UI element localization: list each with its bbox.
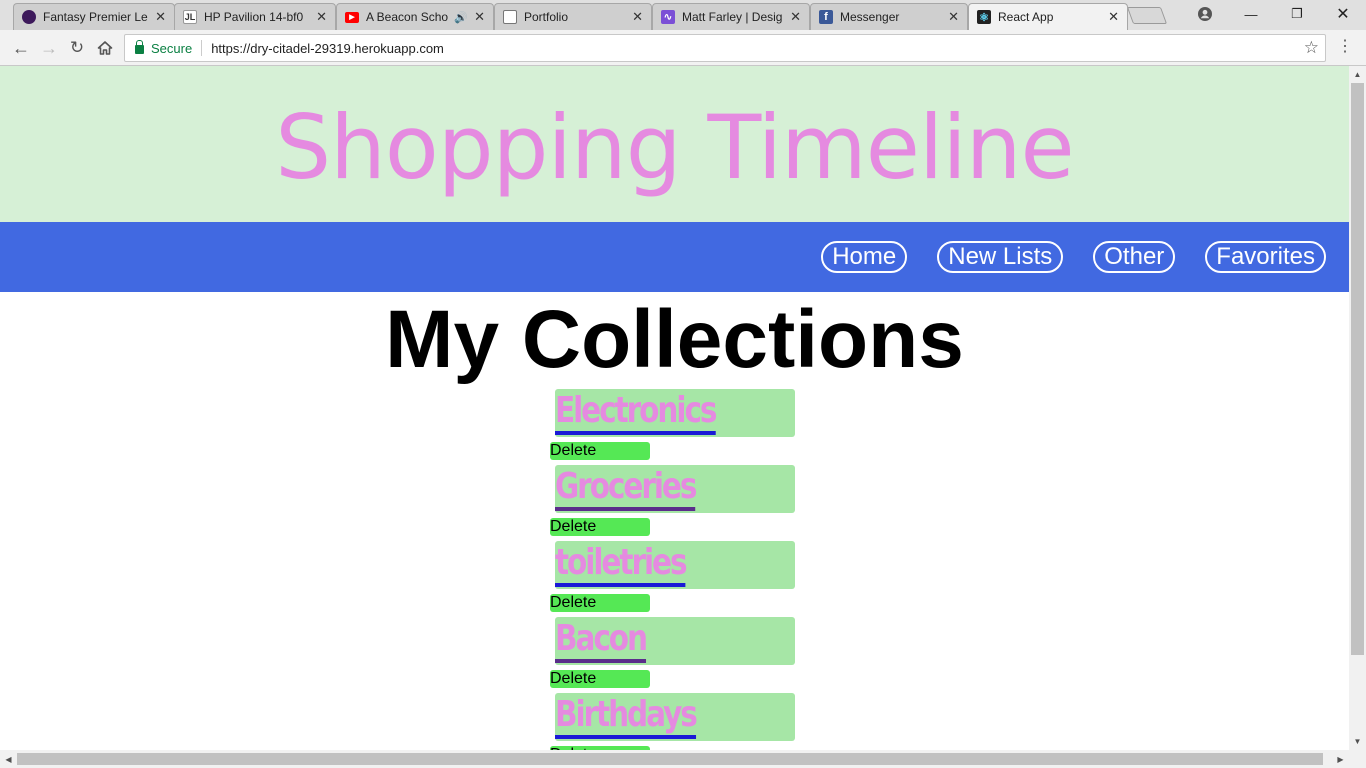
browser-tab[interactable]: JL HP Pavilion 14-bf0 ✕ — [174, 3, 336, 30]
close-tab-icon[interactable]: ✕ — [790, 9, 801, 25]
tab-title: Fantasy Premier Le — [43, 10, 148, 24]
scroll-down-arrow-icon[interactable]: ▼ — [1349, 733, 1366, 750]
close-tab-icon[interactable]: ✕ — [474, 9, 485, 25]
audio-icon[interactable]: 🔊 — [454, 11, 468, 24]
url-text[interactable]: https://dry-citadel-29319.herokuapp.com — [211, 41, 444, 56]
collection-link[interactable]: Birthdays — [555, 695, 698, 739]
back-icon[interactable]: ← — [9, 36, 33, 60]
collections-list: Electronics Delete Groceries Delete toil… — [550, 389, 795, 750]
forward-icon[interactable]: → — [37, 36, 61, 60]
collection-link[interactable]: toiletries — [555, 543, 688, 587]
delete-button[interactable]: Delete — [550, 670, 650, 688]
nav-new-lists-button[interactable]: New Lists — [937, 241, 1064, 273]
delete-button[interactable]: Delete — [550, 442, 650, 460]
page-viewport: Shopping Timeline Home New Lists Other F… — [0, 66, 1349, 750]
jl-icon: JL — [183, 10, 197, 24]
tab-strip: Fantasy Premier Le ✕ JL HP Pavilion 14-bf0 ✕… — [0, 0, 1366, 30]
profile-icon[interactable] — [1182, 0, 1228, 28]
home-icon[interactable] — [93, 36, 117, 60]
collection-item: Birthdays Delete — [550, 693, 795, 750]
menu-kebab-icon[interactable]: ⋮ — [1335, 36, 1355, 56]
address-bar[interactable]: Secure https://dry-citadel-29319.herokua… — [124, 34, 1326, 62]
scroll-up-arrow-icon[interactable]: ▲ — [1349, 66, 1366, 83]
tab-title: Portfolio — [524, 10, 569, 24]
secure-label: Secure — [151, 40, 193, 56]
lock-icon — [135, 40, 144, 54]
youtube-icon: ▶ — [345, 11, 359, 23]
main-nav: Home New Lists Other Favorites — [0, 222, 1349, 292]
tab-title: Messenger — [840, 10, 900, 24]
close-tab-icon[interactable]: ✕ — [1108, 9, 1119, 25]
close-tab-icon[interactable]: ✕ — [948, 9, 959, 25]
scroll-right-arrow-icon[interactable]: ▶ — [1332, 750, 1349, 768]
collection-card: Groceries — [555, 465, 795, 513]
vertical-scrollbar[interactable]: ▲ ▼ — [1349, 66, 1366, 750]
collection-item: Bacon Delete — [550, 617, 795, 688]
scroll-left-arrow-icon[interactable]: ◀ — [0, 750, 17, 768]
delete-button[interactable]: Delete — [550, 518, 650, 536]
collection-card: Bacon — [555, 617, 795, 665]
nav-other-button[interactable]: Other — [1093, 241, 1176, 273]
tab-title: A Beacon Scho — [366, 10, 449, 24]
divider — [201, 40, 203, 56]
restore-icon[interactable]: ❐ — [1274, 0, 1320, 28]
facebook-icon: f — [819, 10, 833, 24]
delete-button[interactable]: Delete — [550, 594, 650, 612]
close-tab-icon[interactable]: ✕ — [632, 9, 643, 25]
tab-title: HP Pavilion 14-bf0 — [204, 10, 304, 24]
collection-item: Electronics Delete — [550, 389, 795, 460]
collection-item: toiletries Delete — [550, 541, 795, 612]
browser-tab[interactable]: Fantasy Premier Le ✕ — [13, 3, 175, 30]
collection-card: Birthdays — [555, 693, 795, 741]
collection-link[interactable]: Groceries — [555, 467, 697, 511]
new-tab-button[interactable] — [1126, 7, 1168, 24]
page-heading: My Collections — [385, 294, 964, 385]
close-window-icon[interactable]: ✕ — [1320, 0, 1366, 28]
browser-tab[interactable]: f Messenger ✕ — [810, 3, 968, 30]
bookmark-star-icon[interactable]: ☆ — [1304, 38, 1319, 58]
nav-favorites-button[interactable]: Favorites — [1205, 241, 1326, 273]
collection-item: Groceries Delete — [550, 465, 795, 536]
react-icon: ⚛ — [977, 10, 991, 24]
browser-tab[interactable]: ⚛ React App ✕ — [968, 3, 1128, 30]
tab-title: React App — [998, 10, 1054, 24]
collection-card: Electronics — [555, 389, 795, 437]
browser-toolbar: ← → ↻ Secure https://dry-citadel-29319.h… — [0, 30, 1366, 66]
minimize-icon[interactable]: — — [1228, 0, 1274, 28]
chart-icon: ∿ — [661, 10, 675, 24]
nav-home-button[interactable]: Home — [821, 241, 908, 273]
collection-link[interactable]: Electronics — [555, 391, 717, 435]
horizontal-scrollbar[interactable]: ◀ ▶ — [0, 750, 1366, 768]
collection-card: toiletries — [555, 541, 795, 589]
scrollbar-thumb[interactable] — [17, 753, 1323, 765]
close-tab-icon[interactable]: ✕ — [316, 9, 327, 25]
reload-icon[interactable]: ↻ — [65, 36, 89, 60]
premier-league-icon — [22, 10, 36, 24]
browser-tab[interactable]: Portfolio ✕ — [494, 3, 652, 30]
tab-title: Matt Farley | Desig — [682, 10, 783, 24]
browser-tab[interactable]: ▶ A Beacon Scho 🔊 ✕ — [336, 3, 494, 30]
browser-tab[interactable]: ∿ Matt Farley | Desig ✕ — [652, 3, 810, 30]
site-title: Shopping Timeline — [275, 95, 1074, 199]
site-header: Shopping Timeline — [0, 66, 1349, 222]
page-icon — [503, 10, 517, 24]
scrollbar-thumb[interactable] — [1351, 83, 1364, 655]
close-tab-icon[interactable]: ✕ — [155, 9, 166, 25]
collection-link[interactable]: Bacon — [555, 619, 648, 663]
